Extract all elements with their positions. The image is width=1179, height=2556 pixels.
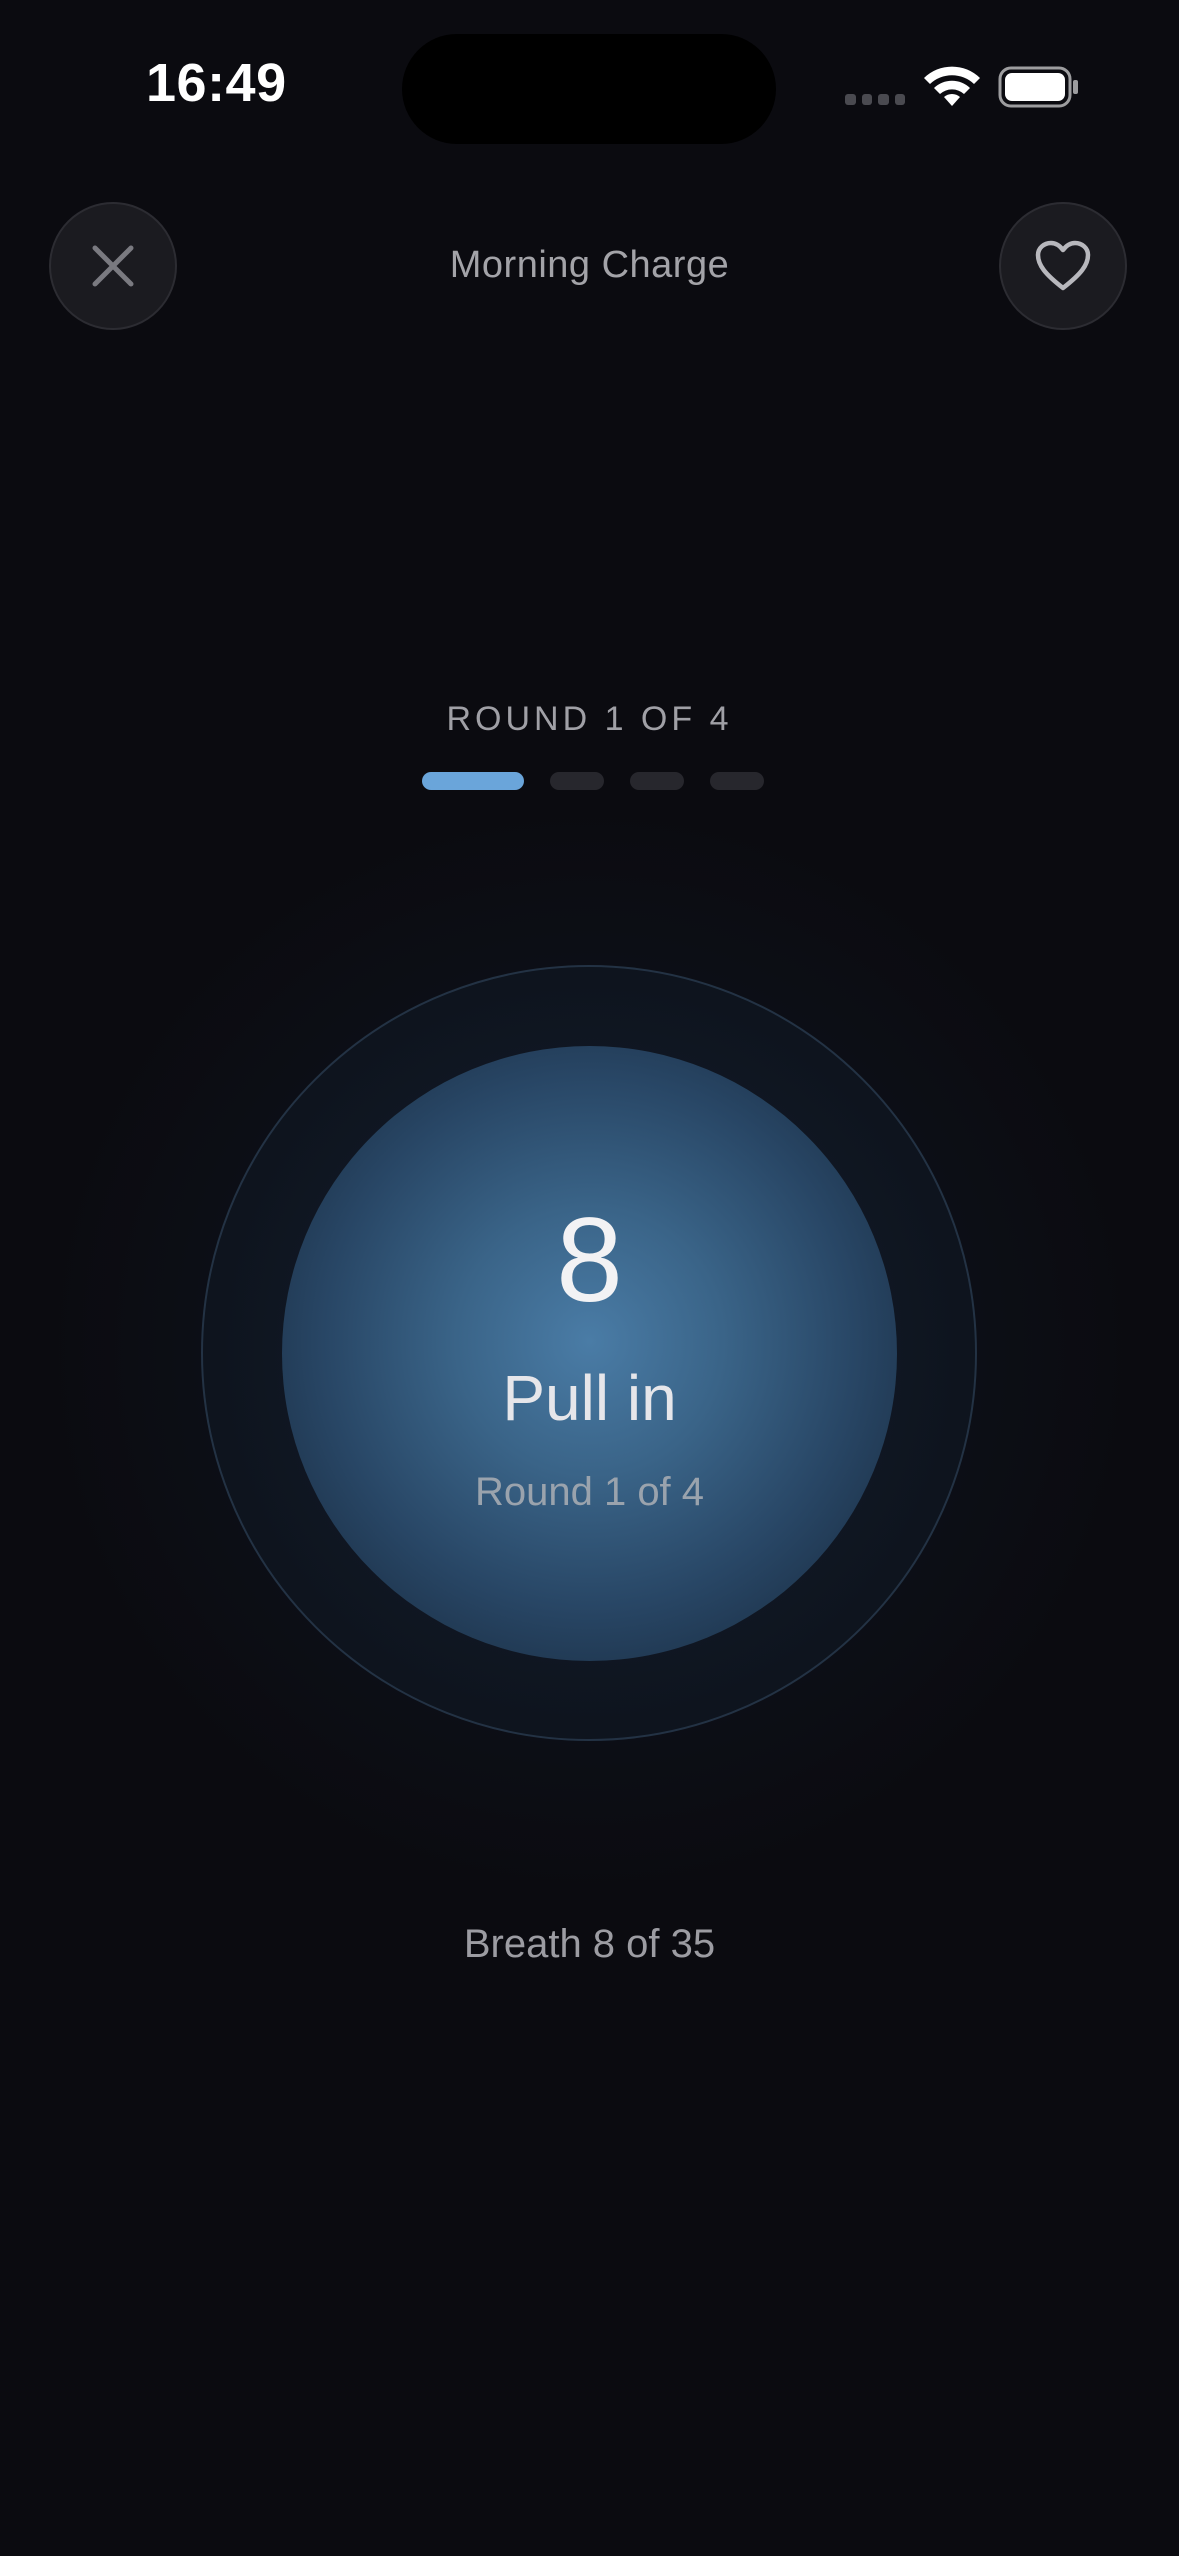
heart-icon: [1035, 240, 1091, 291]
favorite-button[interactable]: [999, 202, 1127, 330]
round-segment-4: [710, 772, 764, 790]
breath-phase: Pull in: [502, 1362, 677, 1434]
round-segment-2: [550, 772, 604, 790]
breath-count: 8: [556, 1193, 623, 1327]
round-segment-1: [422, 772, 524, 790]
dynamic-island: [402, 34, 776, 144]
cellular-signal-icon: [845, 94, 905, 106]
round-segment-3: [630, 772, 684, 790]
battery-icon: [998, 66, 1078, 108]
orb-round-text: Round 1 of 4: [474, 1470, 705, 1514]
round-label: ROUND 1 OF 4: [446, 700, 733, 738]
wifi-icon: [924, 66, 980, 106]
status-bar: 16:49: [0, 0, 1179, 170]
breath-counter: Breath 8 of 35: [463, 1922, 716, 1966]
breath-orb[interactable]: [282, 1046, 897, 1661]
status-time: 16:49: [146, 53, 287, 113]
round-progress: [422, 772, 764, 790]
